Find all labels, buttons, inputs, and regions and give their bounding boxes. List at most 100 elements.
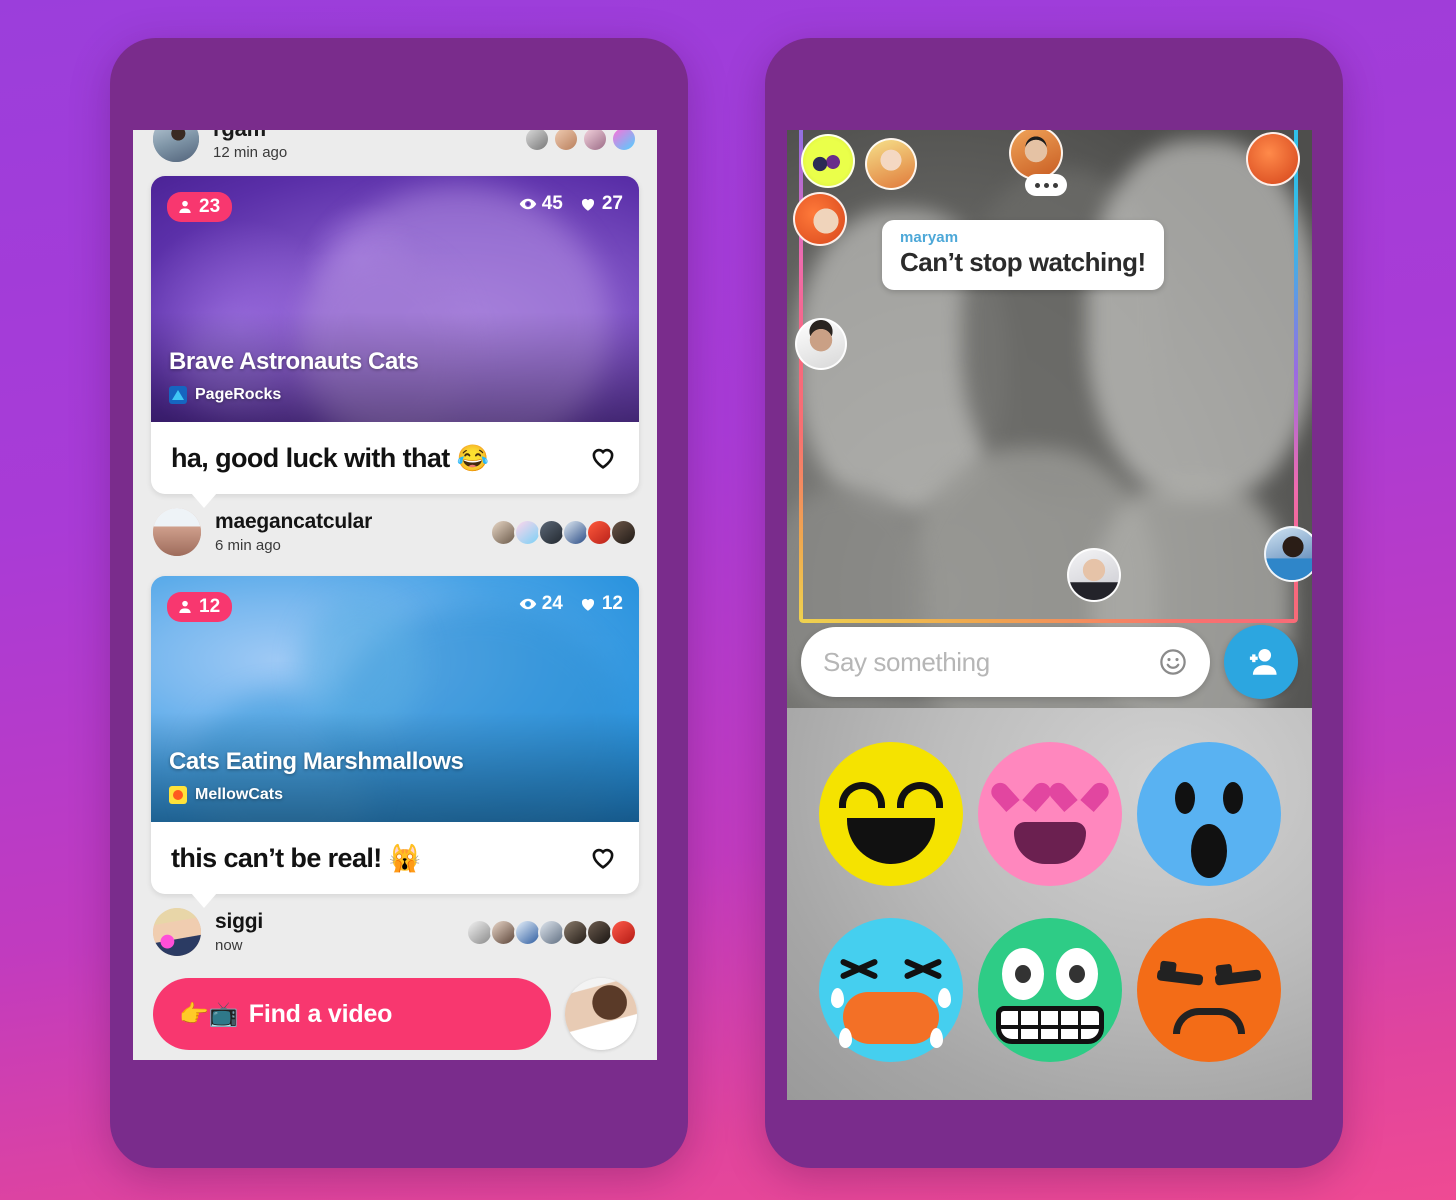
comment-text: this can’t be real! 🙀 <box>171 843 587 874</box>
reactor-avatar <box>610 918 637 946</box>
like-button[interactable] <box>587 442 619 475</box>
participant-avatar[interactable] <box>1009 130 1063 180</box>
reactor-avatar <box>466 918 493 946</box>
reaction-crying[interactable] <box>818 918 963 1062</box>
eye-left <box>1156 969 1203 986</box>
heart-icon <box>581 598 594 611</box>
eye-left <box>1001 948 1044 1000</box>
post-header-rgam[interactable]: rgam 12 min ago <box>133 130 657 168</box>
live-watch-party[interactable]: maryam Can’t stop watching! Say somethin… <box>787 130 1312 1100</box>
find-video-label: Find a video <box>248 999 393 1028</box>
triangle-icon <box>169 386 187 404</box>
message-composer: Say something <box>787 616 1312 708</box>
reaction-shocked[interactable] <box>1136 742 1281 886</box>
tear-icon <box>937 988 951 1008</box>
heart-outline-icon <box>592 448 614 469</box>
my-profile-avatar[interactable] <box>565 978 637 1050</box>
comment-row[interactable]: ha, good luck with that 😂 <box>151 422 639 494</box>
comment-row[interactable]: this can’t be real! 🙀 <box>151 822 639 894</box>
comment-body: this can’t be real! <box>171 842 382 873</box>
person-icon <box>179 600 191 613</box>
eye-icon <box>519 598 536 610</box>
reactor-avatar <box>514 518 541 546</box>
participant-avatar[interactable] <box>801 134 855 188</box>
smiley-face-icon[interactable] <box>1158 647 1188 677</box>
commenter-timestamp: now <box>215 937 243 954</box>
mouth <box>842 992 939 1044</box>
heart-outline-icon <box>592 848 614 869</box>
reaction-laughing[interactable] <box>818 742 963 886</box>
add-person-icon[interactable] <box>1224 625 1298 699</box>
video-channel[interactable]: MellowCats <box>169 786 283 804</box>
video-card-1[interactable]: 23 45 27 Brave Astronauts Cats PageRocks… <box>151 176 639 494</box>
participant-avatar[interactable] <box>1264 526 1312 582</box>
chat-message-author: maryam <box>900 229 959 246</box>
mouth <box>1013 822 1086 864</box>
mouth <box>1190 824 1227 878</box>
viewer-avatar <box>611 130 637 152</box>
left-screen: rgam 12 min ago <box>133 130 657 1060</box>
say-something-placeholder: Say something <box>823 646 990 677</box>
square-dot-icon <box>169 786 187 804</box>
participant-avatar[interactable] <box>865 138 917 190</box>
video-thumbnail[interactable]: 23 45 27 Brave Astronauts Cats PageRocks <box>151 176 639 422</box>
live-video-player[interactable]: maryam Can’t stop watching! Say somethin… <box>787 130 1312 708</box>
commenter-row-2[interactable]: siggi now <box>133 893 657 968</box>
tear-icon <box>830 988 844 1008</box>
reactor-avatar <box>586 918 613 946</box>
reactor-avatars[interactable] <box>490 518 637 546</box>
eyebrow-right <box>896 782 943 808</box>
eyebrow-left <box>838 782 885 808</box>
chat-message-text: Can’t stop watching! <box>900 247 1146 277</box>
video-stats: 45 27 <box>519 193 623 215</box>
eye-right <box>1055 948 1098 1000</box>
like-button[interactable] <box>587 842 619 875</box>
reactor-avatar <box>538 518 565 546</box>
phone-right: maryam Can’t stop watching! Say somethin… <box>765 38 1343 1168</box>
say-something-input[interactable]: Say something <box>801 627 1210 697</box>
video-frame-art <box>1087 140 1312 500</box>
commenter-row-1[interactable]: maegancatcular 6 min ago <box>133 493 657 568</box>
video-title: Cats Eating Marshmallows <box>169 748 464 775</box>
reactor-avatar <box>490 918 517 946</box>
live-viewer-badge: 12 <box>167 592 233 622</box>
reactor-avatar <box>610 518 637 546</box>
reactor-avatar <box>490 518 517 546</box>
mouth <box>846 818 935 864</box>
commenter-username: siggi <box>215 910 264 933</box>
video-channel[interactable]: PageRocks <box>169 386 281 404</box>
reactor-avatar <box>562 918 589 946</box>
participant-avatar[interactable] <box>1067 548 1121 602</box>
mouth <box>995 1006 1104 1044</box>
avatar <box>153 508 201 556</box>
commenter-meta: maegancatcular 6 min ago <box>215 510 493 554</box>
video-card-2[interactable]: 12 24 12 Cats Eating Marshmallows Mellow… <box>151 576 639 894</box>
channel-name: MellowCats <box>195 786 284 803</box>
view-count: 24 <box>541 593 563 614</box>
video-feed[interactable]: rgam 12 min ago <box>133 130 657 1050</box>
commenter-timestamp: 6 min ago <box>215 537 281 554</box>
post-timestamp: 12 min ago <box>213 143 288 161</box>
participant-avatar[interactable] <box>793 192 847 246</box>
participant-avatar[interactable] <box>1246 132 1300 186</box>
reactor-avatar <box>514 918 541 946</box>
viewer-avatar <box>553 130 579 152</box>
reaction-annoyed[interactable] <box>1136 918 1281 1062</box>
video-thumbnail[interactable]: 12 24 12 Cats Eating Marshmallows Mellow… <box>151 576 639 822</box>
find-video-button[interactable]: 👉📺 Find a video <box>153 978 551 1050</box>
reaction-picker[interactable] <box>787 708 1312 1100</box>
avatar <box>153 908 201 956</box>
reactor-avatars[interactable] <box>466 918 637 946</box>
eye-left <box>1174 782 1195 814</box>
commenter-meta: siggi now <box>215 910 469 954</box>
participant-avatar[interactable] <box>795 318 847 370</box>
viewer-avatar <box>582 130 608 152</box>
video-title: Brave Astronauts Cats <box>169 348 419 375</box>
reaction-heart-eyes[interactable] <box>977 742 1122 886</box>
viewer-avatars[interactable] <box>524 130 637 152</box>
reaction-grimacing[interactable] <box>977 918 1122 1062</box>
live-viewer-count: 12 <box>199 596 221 617</box>
comment-emoji: 🙀 <box>388 842 421 873</box>
eye-right <box>1222 782 1243 814</box>
channel-name: PageRocks <box>195 386 282 403</box>
